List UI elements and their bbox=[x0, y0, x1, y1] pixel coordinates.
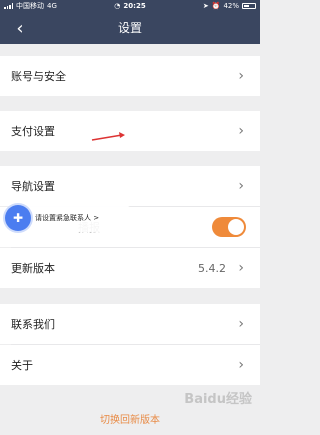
chevron-left-icon: ‹ bbox=[16, 17, 24, 39]
chevron-right-icon: › bbox=[238, 357, 244, 373]
watermark-logo: Baidu经验 bbox=[184, 392, 252, 407]
chevron-right-icon: › bbox=[238, 178, 244, 194]
time-label: 20:25 bbox=[123, 2, 146, 10]
settings-row-navigation[interactable]: 导航设置 › bbox=[0, 166, 260, 206]
alarm-icon: ⏰ bbox=[211, 2, 221, 10]
toggle-knob bbox=[228, 219, 244, 235]
battery-icon bbox=[242, 3, 256, 9]
settings-row-contact[interactable]: 联系我们 › bbox=[0, 304, 260, 344]
chevron-right-icon: › bbox=[238, 316, 244, 332]
settings-row-payment[interactable]: 支付设置 › bbox=[0, 111, 260, 151]
page-title: 设置 bbox=[117, 21, 142, 35]
chevron-right-icon: › bbox=[238, 260, 244, 276]
emergency-contact-floating-button[interactable]: ✚ 请设置紧急联系人 > bbox=[5, 204, 135, 232]
shield-plus-icon: ✚ bbox=[5, 205, 31, 231]
settings-row-account[interactable]: 账号与安全 › bbox=[0, 56, 260, 96]
status-center: ◔ 20:25 bbox=[114, 2, 145, 10]
floating-button-label: 请设置紧急联系人 > bbox=[35, 214, 100, 222]
location-icon: ➤ bbox=[202, 2, 209, 10]
status-left: 中国移动 4G bbox=[4, 1, 57, 11]
version-value: 5.4.2 bbox=[198, 261, 226, 275]
settings-row-about[interactable]: 关于 › bbox=[0, 345, 260, 385]
navigation-bar: ‹ 设置 bbox=[0, 12, 260, 44]
back-button[interactable]: ‹ bbox=[10, 12, 30, 44]
status-bar: 中国移动 4G ◔ 20:25 ➤ ⏰ 42% bbox=[0, 0, 260, 12]
row-label: 关于 bbox=[11, 359, 33, 372]
settings-row-update[interactable]: 更新版本 5.4.2 › bbox=[0, 248, 260, 288]
status-right: ➤ ⏰ 42% bbox=[203, 2, 256, 10]
row-label: 联系我们 bbox=[11, 318, 55, 331]
wifi-icon: ◔ bbox=[114, 2, 121, 10]
network-label: 4G bbox=[47, 2, 57, 10]
carrier-label: 中国移动 bbox=[16, 2, 44, 10]
footer-label: 切换回新版本 bbox=[100, 415, 160, 426]
battery-label: 42% bbox=[223, 2, 239, 10]
annotation-arrow bbox=[91, 132, 125, 141]
row-label: 更新版本 bbox=[11, 262, 55, 275]
chevron-right-icon: › bbox=[238, 123, 244, 139]
chevron-right-icon: › bbox=[238, 68, 244, 84]
report-toggle[interactable] bbox=[212, 217, 246, 237]
row-label: 账号与安全 bbox=[11, 70, 66, 83]
signal-icon bbox=[4, 3, 13, 9]
row-label: 导航设置 bbox=[11, 180, 55, 193]
